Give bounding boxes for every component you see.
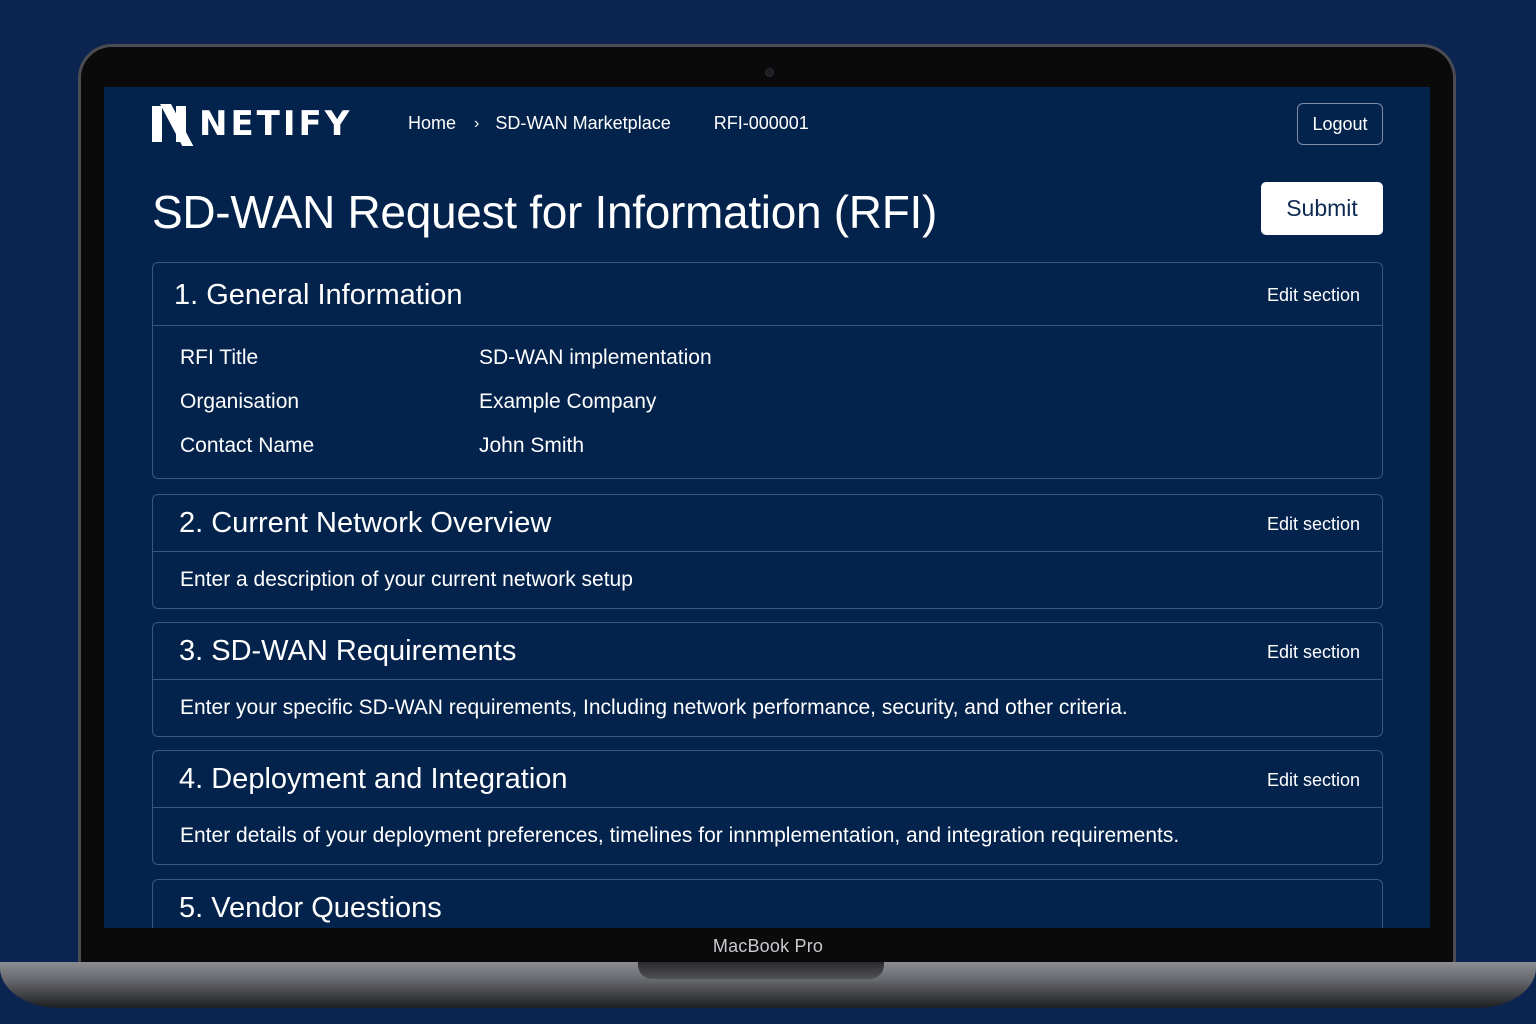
section-current-network-overview: 2. Current Network Overview Edit section… [152, 494, 1383, 609]
section-header: 4. Deployment and Integration Edit secti… [153, 751, 1382, 808]
camera-icon [765, 68, 774, 77]
section-header: 3. SD-WAN Requirements Edit section [153, 623, 1382, 680]
brand-name: NETIFY [199, 104, 353, 144]
field-row-contact-name: Contact Name John Smith [180, 434, 584, 458]
section-header: 5. Vendor Questions [153, 880, 1382, 928]
section-description: Enter a description of your current netw… [180, 568, 633, 591]
section-body: RFI Title SD-WAN implementation Organisa… [153, 326, 1382, 478]
netify-logo-icon [152, 104, 194, 146]
breadcrumb-marketplace[interactable]: SD-WAN Marketplace [495, 113, 670, 134]
section-title: 4. Deployment and Integration [179, 763, 568, 795]
field-label: Contact Name [180, 434, 315, 457]
logout-button[interactable]: Logout [1297, 103, 1383, 145]
section-title: 2. Current Network Overview [179, 507, 552, 539]
edit-section-link[interactable]: Edit section [1267, 642, 1360, 663]
breadcrumb: Home › SD-WAN Marketplace RFI-000001 [408, 113, 809, 134]
field-value: Example Company [479, 390, 657, 413]
section-title: 3. SD-WAN Requirements [179, 635, 517, 667]
section-deployment-and-integration: 4. Deployment and Integration Edit secti… [152, 750, 1383, 865]
edit-section-link[interactable]: Edit section [1267, 514, 1360, 535]
section-header: 2. Current Network Overview Edit section [153, 495, 1382, 552]
section-description: Enter details of your deployment prefere… [180, 824, 1180, 847]
breadcrumb-home[interactable]: Home [408, 113, 456, 134]
field-row-organisation: Organisation Example Company [180, 390, 656, 414]
app-screen: NETIFY Home › SD-WAN Marketplace RFI-000… [104, 87, 1430, 928]
chevron-right-icon: › [474, 114, 480, 132]
field-value: John Smith [479, 434, 585, 457]
submit-button[interactable]: Submit [1261, 182, 1383, 235]
field-row-rfi-title: RFI Title SD-WAN implementation [180, 346, 712, 370]
section-title: 1. General Information [174, 279, 463, 311]
page-title: SD-WAN Request for Information (RFI) [152, 186, 938, 238]
section-header: 1. General Information Edit section [153, 263, 1382, 326]
section-general-information: 1. General Information Edit section RFI … [152, 262, 1383, 479]
laptop-notch [638, 962, 884, 979]
breadcrumb-rfi-id: RFI-000001 [713, 113, 809, 133]
section-description: Enter your specific SD-WAN requirements,… [180, 696, 1128, 719]
device-label: MacBook Pro [712, 936, 824, 956]
section-title: 5. Vendor Questions [179, 892, 442, 924]
section-sd-wan-requirements: 3. SD-WAN Requirements Edit section Ente… [152, 622, 1383, 737]
edit-section-link[interactable]: Edit section [1267, 770, 1360, 791]
section-vendor-questions: 5. Vendor Questions [152, 879, 1383, 928]
brand-logo[interactable]: NETIFY [152, 104, 353, 146]
edit-section-link[interactable]: Edit section [1267, 285, 1360, 306]
field-value: SD-WAN implementation [479, 346, 712, 369]
field-label: Organisation [180, 390, 300, 413]
field-label: RFI Title [180, 346, 259, 369]
